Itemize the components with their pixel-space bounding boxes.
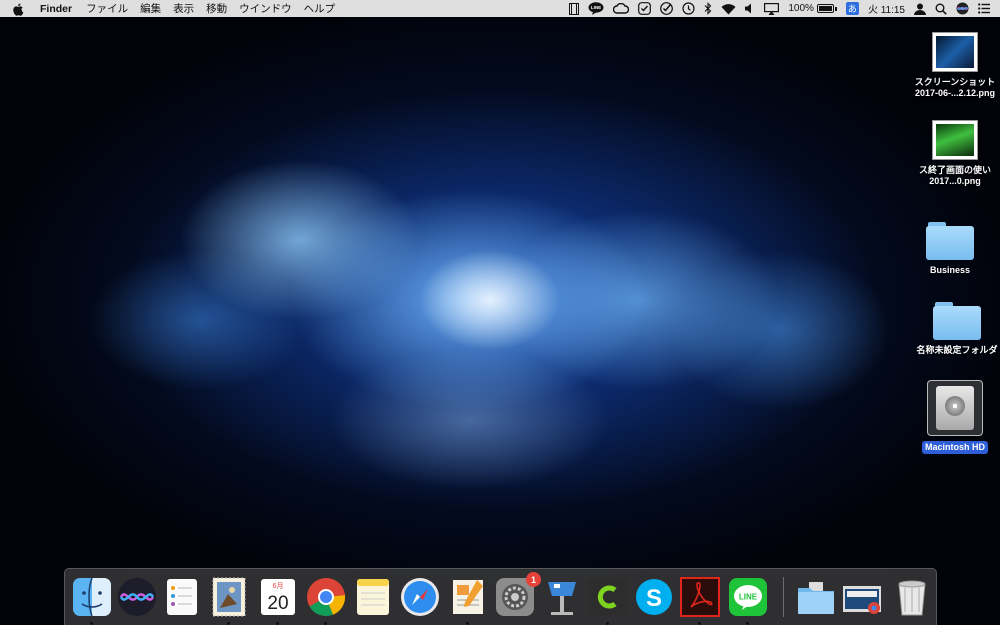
acrobat-icon (680, 577, 720, 617)
desktop-icon-screenshot[interactable]: スクリーンショット 2017-06-...2.12.png (910, 32, 1000, 99)
dock-keynote[interactable] (541, 576, 583, 618)
screenshot-thumbnail (932, 32, 978, 72)
line-app-icon: LINE (729, 578, 767, 616)
desktop-folder-untitled[interactable]: 名称未設定フォルダ (912, 302, 1000, 356)
battery-indicator[interactable]: 100% (788, 0, 837, 17)
folder-icon (798, 582, 834, 614)
calendar-day: 20 (267, 593, 288, 614)
spotlight-search-icon[interactable] (935, 0, 947, 17)
siri-icon[interactable] (956, 0, 969, 17)
screenshot-thumbnail (932, 120, 978, 160)
dock-chrome[interactable] (305, 576, 347, 625)
desktop-icon-label: ス終了画面の使い (918, 165, 991, 175)
dock-system-preferences[interactable]: 1 (494, 572, 541, 618)
status-area: LINE 100% あ 火 11:15 (560, 0, 1000, 17)
dock-line[interactable]: LINE (727, 576, 769, 625)
notification-badge: 1 (526, 572, 541, 587)
desktop-icon-label: 2017-06-...2.12.png (914, 88, 996, 98)
menu-window[interactable]: ウインドウ (239, 1, 292, 16)
menu-view[interactable]: 表示 (173, 1, 194, 16)
dock-calendar[interactable]: 6月 20 (257, 576, 299, 625)
bluetooth-icon[interactable] (704, 0, 712, 17)
dock: 6月 20 1 S LINE (64, 568, 937, 625)
dock-pages[interactable] (447, 576, 489, 625)
dock-notes[interactable] (352, 576, 394, 618)
notification-center-icon[interactable] (978, 0, 990, 17)
desktop-icon-label: 2017...0.png (929, 176, 981, 186)
battery-icon (816, 4, 834, 13)
dock-downloads-stack[interactable] (795, 576, 837, 618)
desktop-wallpaper (0, 0, 1000, 625)
checkmark-circle-icon[interactable] (638, 0, 652, 17)
pages-icon (453, 580, 483, 614)
menu-app-finder[interactable]: Finder (40, 3, 72, 15)
mail-stamp-icon (212, 577, 246, 617)
apple-menu-icon[interactable] (12, 3, 26, 16)
line-status-text: LINE (591, 5, 601, 10)
dock-reminders[interactable] (161, 576, 203, 618)
dock-finder[interactable] (71, 576, 113, 625)
skype-icon: S (636, 579, 672, 615)
finder-icon (73, 577, 111, 617)
dock-camtasia[interactable] (587, 576, 629, 625)
menu-edit[interactable]: 編集 (140, 1, 161, 16)
time-machine-icon[interactable] (682, 0, 695, 17)
folder-icon (926, 222, 974, 260)
desktop-icon-label: Macintosh HD (921, 441, 988, 454)
filmstrip-icon[interactable] (569, 0, 580, 17)
keynote-icon (548, 582, 576, 615)
dock-separator (783, 577, 784, 617)
trash-icon (898, 580, 926, 616)
menu-bar: Finder ファイル 編集 表示 移動 ウインドウ ヘルプ LINE 100%… (0, 0, 1000, 17)
desktop-icon-exit-screen[interactable]: ス終了画面の使い 2017...0.png (910, 120, 1000, 187)
dock-trash[interactable] (891, 576, 933, 618)
dock-skype[interactable]: S (633, 576, 675, 618)
clock[interactable]: 火 11:15 (868, 0, 905, 17)
chrome-icon (307, 577, 346, 616)
dock-documents-stack[interactable] (841, 576, 883, 618)
calendar-icon: 6月20 (261, 579, 295, 615)
dock-acrobat[interactable] (679, 576, 721, 625)
input-method[interactable]: あ (845, 0, 859, 17)
wifi-icon[interactable] (721, 0, 736, 17)
user-icon[interactable] (914, 0, 926, 17)
hard-drive-icon (927, 380, 983, 436)
calendar-month: 6月 (273, 582, 284, 590)
creative-cloud-icon[interactable] (613, 0, 630, 17)
dock-siri[interactable] (116, 576, 158, 618)
siri-icon (118, 578, 156, 616)
line-status-icon[interactable]: LINE (588, 0, 604, 17)
input-method-label: あ (845, 2, 859, 15)
notes-icon (357, 579, 389, 615)
folder-icon (933, 302, 981, 340)
airplay-icon[interactable] (764, 0, 780, 17)
dock-safari[interactable] (399, 576, 441, 618)
safari-compass-icon (401, 578, 439, 616)
desktop-icon-label: スクリーンショット (914, 77, 996, 87)
menu-help[interactable]: ヘルプ (304, 1, 336, 16)
desktop-icon-macintosh-hd[interactable]: Macintosh HD (910, 380, 1000, 454)
dock-mail[interactable] (208, 576, 250, 625)
menu-go[interactable]: 移動 (206, 1, 227, 16)
camtasia-icon (589, 578, 627, 616)
desktop-icon-label: 名称未設定フォルダ (916, 345, 998, 355)
screenshot-stack-icon (843, 586, 881, 614)
desktop-icon-label: Business (929, 265, 971, 275)
volume-icon[interactable] (745, 0, 755, 17)
desktop-folder-business[interactable]: Business (905, 222, 995, 276)
svg-text:LINE: LINE (739, 593, 758, 602)
reminders-icon (167, 579, 197, 615)
task-check-icon[interactable] (660, 0, 674, 17)
svg-text:S: S (646, 585, 662, 612)
battery-percent: 100% (788, 3, 814, 14)
menu-file[interactable]: ファイル (86, 1, 128, 16)
